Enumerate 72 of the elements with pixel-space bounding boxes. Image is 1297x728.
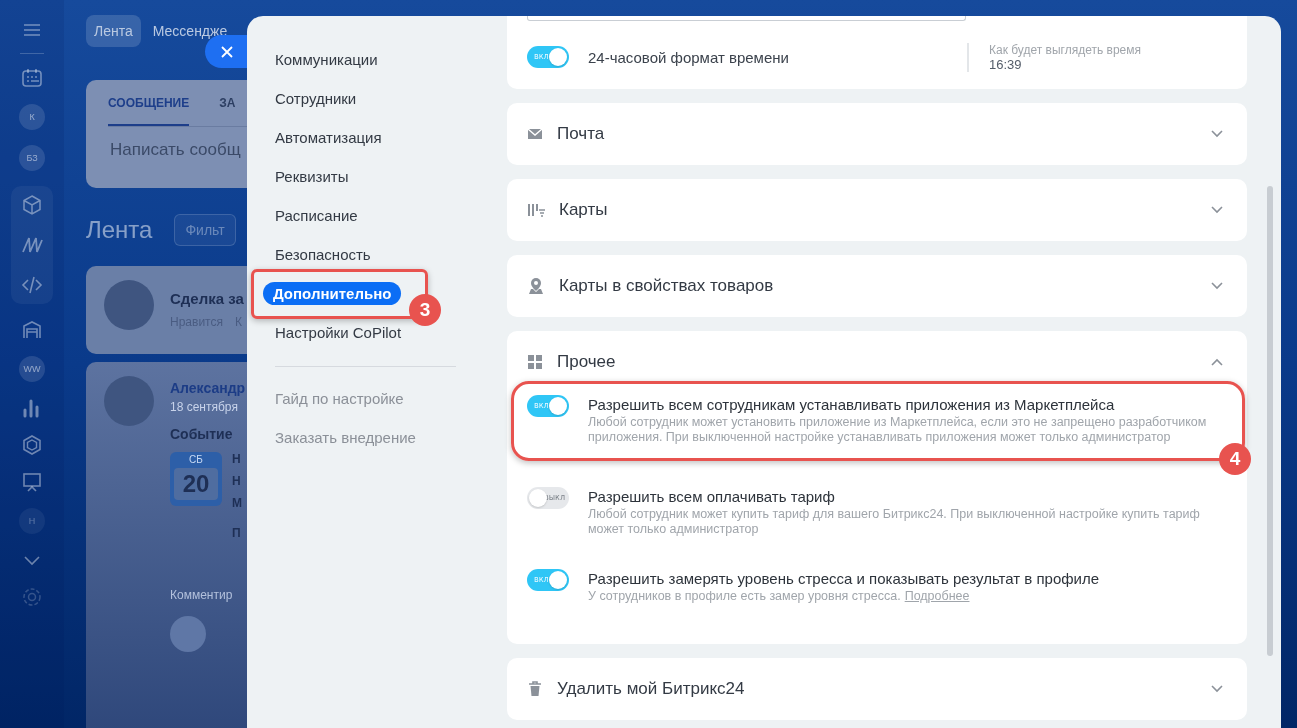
option-description: Любой сотрудник может купить тариф для вашего Битрикс24. При выключенной настройке купить тариф может только администратор (588, 507, 1201, 537)
chevron-up-icon[interactable] (1211, 358, 1223, 366)
close-icon (221, 45, 233, 58)
scrollbar[interactable] (1267, 186, 1273, 656)
chevron-down-icon[interactable] (1211, 282, 1223, 290)
post-date: 18 сентября (170, 400, 239, 414)
settings-nav-item[interactable]: Дополнительно (263, 282, 402, 305)
map-filter-icon (527, 202, 545, 218)
composer-tab[interactable]: ЗА (219, 80, 236, 126)
event-detail-text: П (232, 526, 242, 540)
rail-avatar[interactable]: К (19, 104, 45, 130)
event-detail-text: Н (232, 474, 242, 488)
location-pin-icon (527, 277, 545, 295)
more-link[interactable]: Подробнее (904, 589, 970, 604)
section-title[interactable]: Карты (559, 200, 608, 220)
hexagon-icon[interactable] (21, 434, 43, 456)
toggle-switch[interactable]: вкл (527, 46, 569, 68)
option-description: У сотрудников в профиле есть замер уровня стресса. (588, 589, 901, 604)
event-detail-text: М (232, 496, 242, 510)
code-icon[interactable] (21, 274, 43, 296)
chevron-down-icon[interactable] (1211, 130, 1223, 138)
avatar (170, 616, 206, 652)
toggle-switch[interactable]: вкл (527, 569, 569, 591)
rail-avatar[interactable]: WW (19, 356, 45, 382)
post-heading: Событие (170, 426, 234, 442)
comment-link[interactable]: Комментир (170, 588, 246, 602)
chevron-down-icon[interactable] (1211, 206, 1223, 214)
settings-nav-item[interactable]: Безопасность (275, 246, 371, 263)
rail-avatar[interactable]: БЗ (19, 145, 45, 171)
preview-time: 16:39 (989, 56, 1022, 72)
settings-nav-item[interactable]: Коммуникации (275, 51, 378, 68)
step-badge: 4 (1219, 443, 1251, 475)
settings-icon[interactable] (21, 586, 43, 608)
cube-icon[interactable] (21, 194, 43, 216)
section-title[interactable]: Прочее (557, 352, 616, 372)
top-tab[interactable]: Мессендже (144, 15, 236, 47)
section-title[interactable]: Почта (557, 124, 605, 144)
settings-nav-item[interactable]: Расписание (275, 207, 358, 224)
message-field[interactable]: Написать сообщ (108, 139, 247, 161)
option-title: Разрешить замерять уровень стресса и показывать результат в профиле (588, 569, 1101, 589)
settings-nav-link[interactable]: Гайд по настройке (275, 379, 480, 418)
settings-nav-item[interactable]: Реквизиты (275, 168, 349, 185)
warehouse-icon[interactable] (21, 319, 43, 341)
calendar-date-tile: СБ 20 (170, 452, 222, 506)
top-tab[interactable]: Лента (86, 15, 141, 47)
section-title[interactable]: Удалить мой Битрикс24 (557, 679, 745, 699)
section-title[interactable]: Карты в свойствах товаров (559, 276, 774, 296)
post-author[interactable]: Александр (170, 380, 246, 396)
composer-tab[interactable]: СООБЩЕНИЕ (108, 80, 190, 126)
presentation-icon[interactable] (21, 471, 43, 493)
event-detail-text: Н (232, 452, 242, 466)
calendar-icon[interactable] (21, 67, 43, 89)
preview-label: Как будет выглядеть время (989, 42, 1142, 57)
settings-nav-item[interactable]: Настройки CoPilot (275, 324, 402, 341)
toggle-label: 24-часовой формат времени (588, 48, 789, 66)
step-badge: 3 (409, 294, 441, 326)
settings-nav-link[interactable]: Заказать внедрение (275, 418, 480, 457)
trash-icon (527, 681, 543, 697)
chevron-down-icon[interactable] (1211, 685, 1223, 693)
filter-field[interactable]: Фильт (174, 214, 236, 246)
grid-icon (527, 354, 543, 370)
option-title: Разрешить всем оплачивать тариф (588, 487, 836, 507)
avatar (104, 280, 154, 330)
option-description: Любой сотрудник может установить приложение из Маркетплейса, если это не запрещено разработчиком приложения. При выключенной настройке устанавливать приложения может только администратор (588, 415, 1208, 445)
feed-title: Лента (86, 216, 153, 244)
avatar (104, 376, 154, 426)
settings-nav-item[interactable]: Автоматизация (275, 129, 382, 146)
settings-nav-item[interactable]: Сотрудники (275, 90, 357, 107)
post-title: Сделка за (170, 290, 244, 307)
toggle-switch[interactable]: вкл (527, 395, 569, 417)
option-title: Разрешить всем сотрудникам устанавливать приложения из Маркетплейса (588, 395, 1116, 415)
envelope-icon (527, 126, 543, 142)
